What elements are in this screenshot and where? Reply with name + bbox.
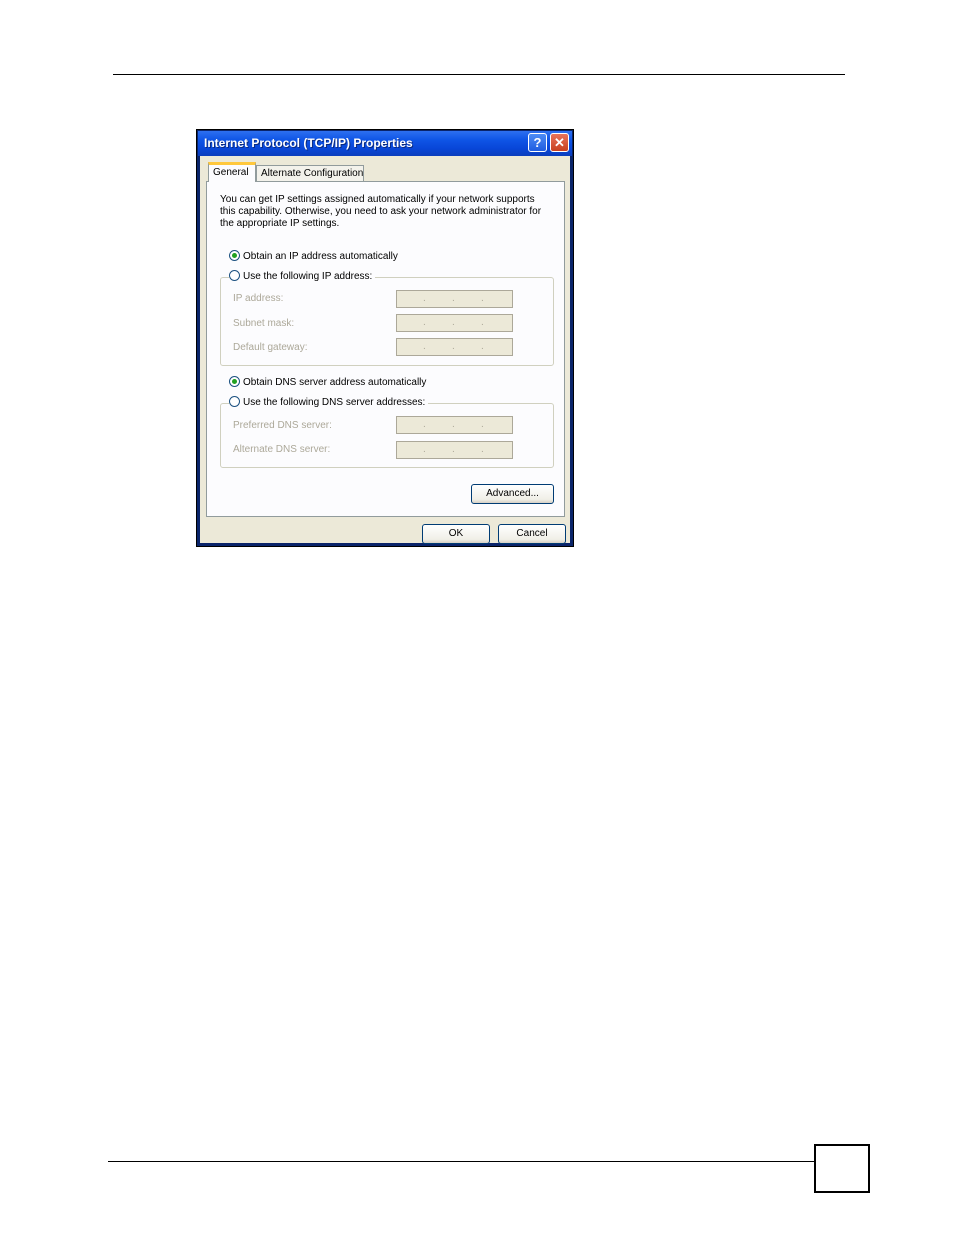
- page-number-box: [814, 1144, 870, 1193]
- default-gateway-label: Default gateway:: [233, 342, 308, 353]
- use-following-ip-radio[interactable]: Use the following IP address:: [229, 270, 376, 284]
- ip-address-label: IP address:: [233, 293, 284, 304]
- footer-rule: [108, 1161, 814, 1162]
- obtain-ip-auto-radio[interactable]: Obtain an IP address automatically: [229, 250, 401, 264]
- radio-unchecked-icon[interactable]: [229, 270, 240, 281]
- preferred-dns-input: ...: [396, 416, 513, 434]
- ip-address-input: ...: [396, 290, 513, 308]
- alternate-dns-label: Alternate DNS server:: [233, 444, 331, 455]
- subnet-mask-label: Subnet mask:: [233, 318, 295, 329]
- use-following-dns-label: Use the following DNS server addresses:: [243, 397, 426, 408]
- radio-unchecked-icon[interactable]: [229, 396, 240, 407]
- static-dns-groupbox: Preferred DNS server: ... Alternate DNS …: [220, 403, 554, 468]
- obtain-dns-auto-label: Obtain DNS server address automatically: [243, 377, 427, 388]
- general-tab-panel: You can get IP settings assigned automat…: [206, 181, 565, 517]
- cancel-button[interactable]: Cancel: [498, 524, 566, 544]
- close-icon[interactable]: ✕: [550, 133, 569, 152]
- intro-text: You can get IP settings assigned automat…: [220, 194, 542, 229]
- preferred-dns-label: Preferred DNS server:: [233, 420, 332, 431]
- default-gateway-input: ...: [396, 338, 513, 356]
- advanced-button[interactable]: Advanced...: [471, 484, 554, 504]
- radio-checked-icon[interactable]: [229, 250, 240, 261]
- use-following-ip-label: Use the following IP address:: [243, 271, 373, 282]
- obtain-ip-auto-label: Obtain an IP address automatically: [243, 251, 398, 262]
- alternate-dns-input: ...: [396, 441, 513, 459]
- static-ip-groupbox: IP address: ... Subnet mask: ... Default…: [220, 277, 554, 366]
- tab-general[interactable]: General: [208, 162, 256, 182]
- obtain-dns-auto-radio[interactable]: Obtain DNS server address automatically: [229, 376, 430, 390]
- title-bar[interactable]: Internet Protocol (TCP/IP) Properties ? …: [198, 131, 572, 156]
- dialog-client-area: General Alternate Configuration You can …: [200, 156, 570, 544]
- radio-checked-icon[interactable]: [229, 376, 240, 387]
- help-icon[interactable]: ?: [528, 133, 547, 152]
- tcpip-properties-dialog: Internet Protocol (TCP/IP) Properties ? …: [196, 129, 574, 547]
- tab-alternate-configuration[interactable]: Alternate Configuration: [256, 165, 364, 182]
- use-following-dns-radio[interactable]: Use the following DNS server addresses:: [229, 396, 429, 410]
- subnet-mask-input: ...: [396, 314, 513, 332]
- dialog-title: Internet Protocol (TCP/IP) Properties: [204, 136, 413, 150]
- header-rule: [113, 74, 845, 75]
- ok-button[interactable]: OK: [422, 524, 490, 544]
